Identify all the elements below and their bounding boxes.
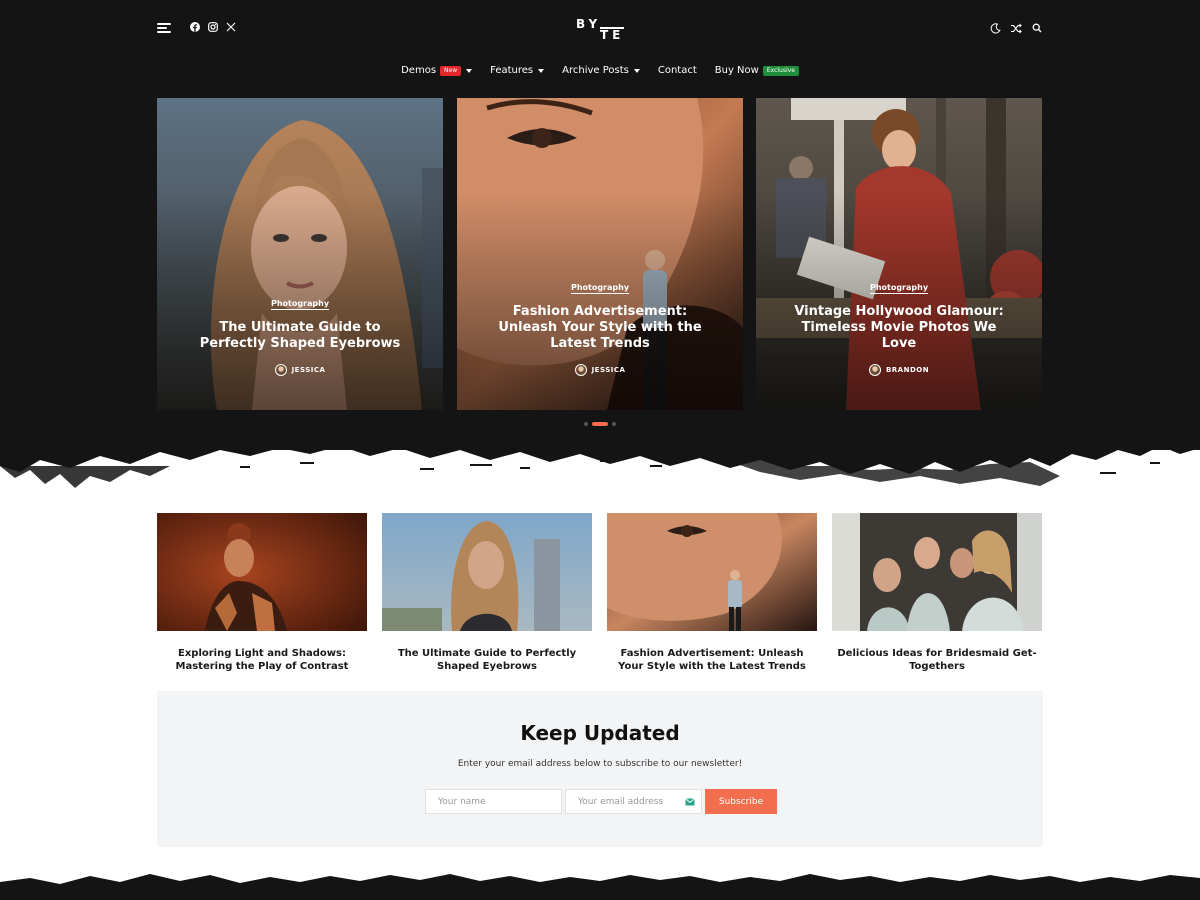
author-meta[interactable]: JESSICA: [457, 364, 743, 376]
hero-title[interactable]: The Ultimate Guide to Perfectly Shaped E…: [190, 320, 410, 352]
header-actions: [989, 22, 1043, 34]
nav-item-demos[interactable]: Demos New: [401, 65, 473, 76]
social-links: [189, 21, 236, 32]
nav-label: Demos: [401, 65, 437, 76]
site-logo[interactable]: BY TE: [576, 17, 625, 42]
new-badge: New: [440, 65, 462, 76]
main-nav: Demos New Features Archive Posts Contact…: [0, 65, 1200, 76]
instagram-icon[interactable]: [207, 21, 218, 32]
exclusive-badge: Exclusive: [762, 65, 799, 76]
hero-title[interactable]: Fashion Advertisement: Unleash Your Styl…: [490, 304, 710, 352]
author-meta[interactable]: BRANDON: [756, 364, 1042, 376]
nav-item-buy-now[interactable]: Buy Now Exclusive: [715, 65, 799, 76]
email-placeholder: Your email address: [578, 796, 664, 807]
nav-item-archive-posts[interactable]: Archive Posts: [562, 65, 640, 76]
avatar: [274, 364, 287, 376]
site-header: BY TE: [157, 14, 1043, 44]
nav-label: Archive Posts: [562, 65, 629, 76]
hamburger-icon[interactable]: [157, 23, 171, 34]
logo-top: BY: [576, 17, 602, 31]
post-thumbnail[interactable]: [382, 513, 592, 631]
hero-caption: Photography Vintage Hollywood Glamour: T…: [756, 275, 1042, 376]
subscribe-button[interactable]: Subscribe: [705, 789, 777, 814]
hero-card[interactable]: Photography The Ultimate Guide to Perfec…: [157, 98, 443, 410]
post-thumbnail[interactable]: [157, 513, 367, 631]
nav-label: Contact: [657, 65, 697, 76]
caret-down-icon: [466, 68, 473, 73]
newsletter-form: Your name Your email address Subscribe: [425, 789, 777, 814]
mail-icon: [685, 798, 695, 806]
post-card[interactable]: Exploring Light and Shadows: Mastering t…: [157, 513, 367, 673]
category-label[interactable]: Photography: [270, 299, 330, 310]
name-input[interactable]: Your name: [425, 789, 562, 814]
newsletter-title: Keep Updated: [520, 721, 680, 745]
slider-dot[interactable]: [612, 422, 616, 426]
newsletter-subtitle: Enter your email address below to subscr…: [457, 759, 743, 769]
hero-card[interactable]: Photography Vintage Hollywood Glamour: T…: [756, 98, 1042, 410]
logo-bottom: TE: [600, 27, 625, 42]
x-icon[interactable]: [225, 21, 236, 32]
post-thumbnail[interactable]: [607, 513, 817, 631]
hero-card[interactable]: Photography Fashion Advertisement: Unlea…: [457, 98, 743, 410]
moon-icon[interactable]: [989, 22, 1001, 34]
author-name: JESSICA: [291, 366, 326, 374]
post-title[interactable]: The Ultimate Guide to Perfectly Shaped E…: [382, 647, 592, 673]
facebook-icon[interactable]: [189, 21, 200, 32]
nav-label: Buy Now: [714, 65, 759, 76]
post-card[interactable]: Fashion Advertisement: Unleash Your Styl…: [607, 513, 817, 673]
author-name: JESSICA: [591, 366, 626, 374]
post-title[interactable]: Delicious Ideas for Bridesmaid Get-Toget…: [832, 647, 1042, 673]
caret-down-icon: [633, 68, 640, 73]
search-icon[interactable]: [1031, 22, 1043, 34]
author-name: BRANDON: [885, 366, 930, 374]
name-placeholder: Your name: [438, 796, 486, 807]
post-card[interactable]: Delicious Ideas for Bridesmaid Get-Toget…: [832, 513, 1042, 673]
avatar: [868, 364, 881, 376]
slider-dot-active[interactable]: [592, 422, 608, 426]
nav-item-contact[interactable]: Contact: [658, 65, 697, 76]
author-meta[interactable]: JESSICA: [157, 364, 443, 376]
brush-divider-bottom: [0, 874, 1200, 900]
nav-item-features[interactable]: Features: [490, 65, 545, 76]
avatar: [574, 364, 587, 376]
post-card[interactable]: The Ultimate Guide to Perfectly Shaped E…: [382, 513, 592, 673]
slider-dot[interactable]: [584, 422, 588, 426]
nav-label: Features: [490, 65, 534, 76]
slider-pagination: [0, 422, 1200, 426]
hero-title[interactable]: Vintage Hollywood Glamour: Timeless Movi…: [789, 304, 1009, 352]
category-label[interactable]: Photography: [570, 283, 630, 294]
email-input[interactable]: Your email address: [565, 789, 702, 814]
post-title[interactable]: Fashion Advertisement: Unleash Your Styl…: [607, 647, 817, 673]
post-thumbnail[interactable]: [832, 513, 1042, 631]
shuffle-icon[interactable]: [1010, 22, 1022, 34]
category-label[interactable]: Photography: [869, 283, 929, 294]
caret-down-icon: [538, 68, 545, 73]
hero-caption: Photography The Ultimate Guide to Perfec…: [157, 291, 443, 376]
post-title[interactable]: Exploring Light and Shadows: Mastering t…: [157, 647, 367, 673]
hero-caption: Photography Fashion Advertisement: Unlea…: [457, 275, 743, 376]
newsletter-section: Keep Updated Enter your email address be…: [157, 691, 1043, 847]
